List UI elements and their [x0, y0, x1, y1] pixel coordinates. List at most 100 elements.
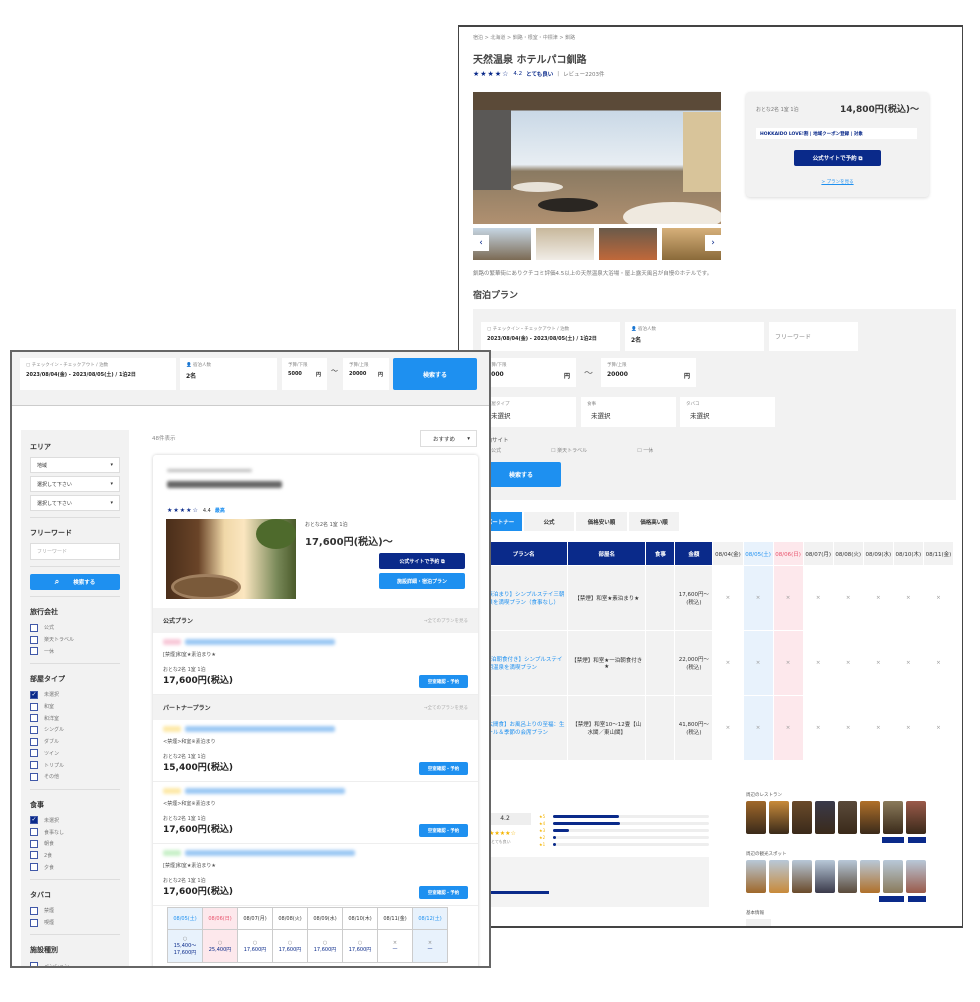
- spot-card[interactable]: [791, 860, 812, 893]
- hotel-photo[interactable]: [166, 519, 296, 599]
- availability-cell[interactable]: ×: [922, 695, 955, 761]
- filter-checkbox[interactable]: トリプル: [30, 759, 120, 771]
- filter-checkbox[interactable]: 2食: [30, 850, 120, 862]
- sort-select[interactable]: おすすめ ▾: [420, 430, 477, 447]
- room-type-select[interactable]: 部屋タイプ 未選択: [481, 397, 576, 427]
- availability-cell[interactable]: ×: [862, 695, 894, 761]
- checkbox-icon[interactable]: [30, 839, 38, 848]
- availability-cell[interactable]: ×: [712, 565, 744, 631]
- restaurant-card[interactable]: [791, 801, 812, 834]
- calendar-day-cell[interactable]: × —: [377, 929, 413, 963]
- availability-cell[interactable]: ×: [832, 630, 864, 696]
- availability-cell[interactable]: ×: [832, 565, 864, 631]
- filter-checkbox[interactable]: ペンション: [30, 960, 120, 966]
- site-checkbox-rakuten[interactable]: ☐ 楽天トラベル: [551, 447, 587, 454]
- breadcrumb-item[interactable]: 釧路: [565, 35, 575, 41]
- checkin-field[interactable]: ▢ チェックイン・チェックアウト / 泊数 2023/08/04(金) - 20…: [20, 358, 176, 390]
- filter-checkbox[interactable]: その他: [30, 771, 120, 783]
- map-button[interactable]: [908, 896, 926, 902]
- availability-cell[interactable]: ×: [922, 630, 955, 696]
- plan-search-button[interactable]: 検索する: [481, 462, 561, 487]
- checkbox-icon[interactable]: [30, 725, 38, 734]
- tobacco-select[interactable]: タバコ 未選択: [680, 397, 775, 427]
- checkbox-icon[interactable]: [30, 962, 38, 966]
- hotel-name-blurred[interactable]: [167, 481, 282, 488]
- filter-checkbox[interactable]: 一休: [30, 645, 120, 657]
- breadcrumb-item[interactable]: 釧路・根室・中標津: [513, 35, 558, 41]
- budget-min-field[interactable]: 予算/下限 5000 円: [481, 358, 576, 387]
- availability-cell[interactable]: ×: [892, 630, 924, 696]
- filter-checkbox[interactable]: 禁煙: [30, 905, 120, 917]
- filter-checkbox[interactable]: ツイン: [30, 748, 120, 760]
- availability-cell[interactable]: ×: [802, 565, 834, 631]
- calendar-day-cell[interactable]: ○ 17,600円: [272, 929, 308, 963]
- spot-card[interactable]: [768, 860, 789, 893]
- spot-card[interactable]: [860, 860, 881, 893]
- filter-checkbox[interactable]: ✓ 未選択: [30, 689, 120, 701]
- filter-checkbox[interactable]: 食事なし: [30, 826, 120, 838]
- restaurant-card[interactable]: [768, 801, 789, 834]
- filter-checkbox[interactable]: 公式: [30, 622, 120, 634]
- plan-name-link[interactable]: 【広間食】お風呂上りの至福：生ビール＆季節の会席プラン: [478, 695, 569, 761]
- availability-cell[interactable]: ×: [742, 630, 774, 696]
- meal-select[interactable]: 食事 未選択: [581, 397, 676, 427]
- filter-checkbox[interactable]: 和室: [30, 701, 120, 713]
- checkbox-icon[interactable]: [30, 863, 38, 872]
- calendar-day-cell[interactable]: ○ 25,400円: [202, 929, 238, 963]
- availability-cell[interactable]: ×: [742, 565, 774, 631]
- availability-cell[interactable]: ×: [892, 565, 924, 631]
- spot-card[interactable]: [906, 860, 926, 893]
- filter-checkbox[interactable]: 喫煙: [30, 917, 120, 929]
- check-availability-button[interactable]: 空室確認・予約: [419, 824, 468, 837]
- filter-checkbox[interactable]: 和洋室: [30, 712, 120, 724]
- checkbox-icon[interactable]: [30, 761, 38, 770]
- checkbox-icon[interactable]: [30, 918, 38, 927]
- plan-title-blurred[interactable]: [163, 726, 468, 732]
- review-count-link[interactable]: レビュー2203件: [563, 70, 605, 78]
- breadcrumb-item[interactable]: 宿泊: [473, 35, 483, 41]
- spot-card[interactable]: [883, 860, 904, 893]
- freeword-input[interactable]: フリーワード: [769, 322, 858, 351]
- check-availability-button[interactable]: 空室確認・予約: [419, 675, 468, 688]
- calendar-day-cell[interactable]: ○ 17,600円: [307, 929, 343, 963]
- availability-cell[interactable]: ×: [892, 695, 924, 761]
- tab-price-high[interactable]: 価格高い順: [629, 512, 679, 531]
- thumbnail[interactable]: [536, 228, 594, 260]
- spot-card[interactable]: [837, 860, 858, 893]
- checkbox-icon[interactable]: [30, 737, 38, 746]
- breadcrumb-item[interactable]: 北海道: [490, 35, 505, 41]
- checkbox-icon[interactable]: [30, 623, 38, 632]
- view-plans-link[interactable]: > プランを見る: [746, 179, 929, 185]
- plan-title-blurred[interactable]: [163, 788, 468, 794]
- tab-price-low[interactable]: 価格安い順: [576, 512, 627, 531]
- restaurant-card[interactable]: [746, 801, 766, 834]
- checkbox-icon[interactable]: [30, 772, 38, 781]
- availability-cell[interactable]: ×: [802, 630, 834, 696]
- checkbox-icon[interactable]: [30, 828, 38, 837]
- plan-title-blurred[interactable]: [163, 850, 468, 856]
- budget-max-field[interactable]: 予算/上限 20000 円: [601, 358, 696, 387]
- prefecture-select[interactable]: 選択して下さい ▾: [30, 476, 120, 492]
- restaurant-card[interactable]: [860, 801, 881, 834]
- checkin-field[interactable]: ▢ チェックイン・チェックアウト / 泊数 2023/08/04(金) - 20…: [481, 322, 620, 351]
- availability-cell[interactable]: ×: [712, 630, 744, 696]
- restaurant-card[interactable]: [906, 801, 926, 834]
- spot-card[interactable]: [746, 860, 766, 893]
- filter-checkbox[interactable]: ダブル: [30, 736, 120, 748]
- availability-cell[interactable]: ×: [772, 630, 804, 696]
- see-all-plans-link[interactable]: →全てのプランを見る: [424, 618, 468, 624]
- availability-cell[interactable]: ×: [862, 565, 894, 631]
- people-field[interactable]: 👤 宿泊人数 2名: [180, 358, 277, 390]
- official-booking-button[interactable]: 公式サイトで予約 ⧉: [379, 553, 465, 569]
- tab-official[interactable]: 公式: [524, 512, 574, 531]
- availability-cell[interactable]: ×: [862, 630, 894, 696]
- availability-cell[interactable]: ×: [922, 565, 955, 631]
- people-field[interactable]: 👤 宿泊人数 2名: [625, 322, 764, 351]
- availability-cell[interactable]: ×: [742, 695, 774, 761]
- freeword-input[interactable]: フリーワード: [30, 543, 120, 560]
- sidebar-search-button[interactable]: ⌕ 検索する: [30, 574, 120, 590]
- hotel-detail-button[interactable]: 施設詳細・宿泊プラン: [379, 573, 465, 589]
- filter-checkbox[interactable]: ✓ 未選択: [30, 815, 120, 827]
- availability-cell[interactable]: ×: [772, 695, 804, 761]
- plan-title-blurred[interactable]: [163, 639, 468, 645]
